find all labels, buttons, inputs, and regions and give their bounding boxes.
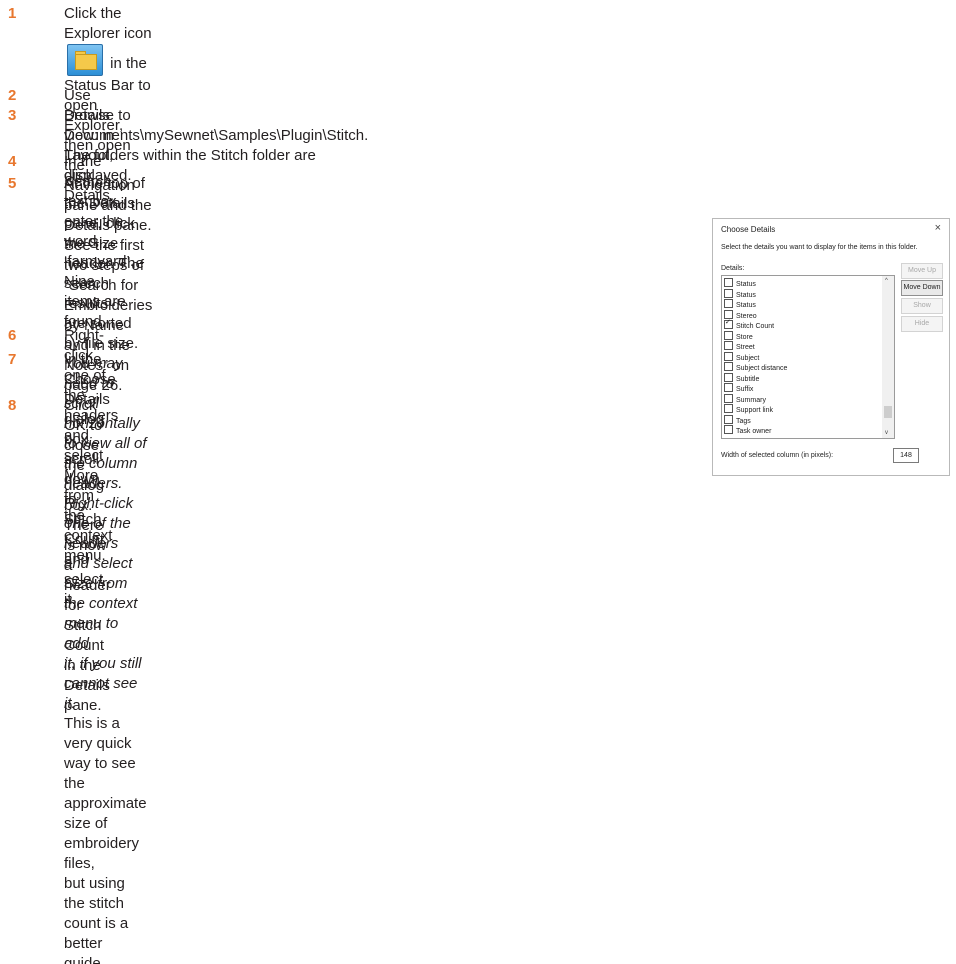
checkbox[interactable] (724, 383, 733, 392)
scrollbar-thumb[interactable] (884, 406, 892, 418)
list-item[interactable]: Subject distance (724, 362, 787, 372)
step-number: 7 (8, 351, 17, 368)
checkbox[interactable] (724, 362, 733, 371)
list-scrollbar[interactable]: ^ v (882, 276, 894, 438)
checkbox[interactable] (724, 414, 733, 424)
move-up-button[interactable]: Move Up (901, 263, 943, 279)
step-text-line: This is a very quick way to see the appr… (64, 715, 147, 872)
list-item[interactable]: Status (724, 278, 756, 288)
checkbox[interactable] (724, 404, 733, 413)
list-item-label: Stereo (736, 312, 757, 320)
choose-details-dialog: Choose Details × Select the details you … (712, 218, 950, 476)
step-number: 2 (8, 87, 17, 104)
checkbox[interactable] (724, 351, 733, 361)
step-text-line: Click OK to close the dialog box. There … (64, 397, 111, 654)
step-number: 1 (8, 5, 17, 22)
checkbox[interactable] (724, 278, 733, 287)
list-item-label: Subject distance (736, 365, 788, 372)
step-number: 6 (8, 327, 17, 344)
list-item[interactable]: Tags (724, 414, 751, 425)
scroll-down-icon[interactable]: v (885, 430, 888, 436)
list-item-label: Support link (736, 407, 773, 414)
list-item-label: Status (736, 281, 756, 288)
step-text-part: Click the Explorer icon (64, 5, 152, 42)
scroll-up-icon[interactable]: ^ (885, 278, 888, 284)
checkbox[interactable] (724, 288, 733, 298)
list-item[interactable]: Subtitle (724, 372, 760, 383)
details-label: Details: (721, 265, 745, 272)
list-item[interactable]: Support link (724, 404, 773, 414)
checkbox[interactable] (724, 330, 733, 340)
list-item-label: Summary (736, 396, 766, 404)
list-item-label: Tags (736, 417, 751, 425)
list-item-label: Status (736, 302, 756, 309)
step-number: 4 (8, 153, 17, 170)
dialog-title: Choose Details (721, 225, 776, 234)
explorer-icon[interactable] (67, 44, 103, 76)
checkbox[interactable] (724, 341, 733, 350)
list-item[interactable]: Subject (724, 351, 760, 362)
step-number: 8 (8, 397, 17, 414)
list-item-label: Subtitle (736, 375, 760, 383)
list-item[interactable]: Stitch Count (724, 318, 775, 330)
checkbox[interactable] (724, 393, 733, 403)
list-item-label: Task owner (736, 428, 772, 435)
step-text-line: in the Details pane. (64, 657, 110, 714)
list-item[interactable]: Task owner (724, 425, 771, 435)
column-width-label: Width of selected column (in pixels): (721, 452, 834, 459)
checkbox[interactable] (724, 372, 733, 382)
step-number: 3 (8, 107, 17, 124)
list-item[interactable]: Suffix (724, 383, 753, 393)
list-item-label: Street (736, 344, 755, 351)
list-item-label: Store (736, 333, 753, 341)
list-item-label: Suffix (736, 386, 754, 393)
move-down-button[interactable]: Move Down (901, 280, 943, 296)
hide-button[interactable]: Hide (901, 316, 943, 332)
list-item[interactable]: Status (724, 288, 756, 299)
step-text-line: but using the stitch count is a better g… (64, 875, 129, 964)
step-text-line: At the top of the Details pane, click th… (64, 175, 145, 312)
step-number: 5 (8, 175, 17, 192)
column-width-input[interactable]: 148 (893, 448, 919, 463)
details-list[interactable]: Status Status Status Stereo Stitch Count… (721, 275, 895, 439)
list-item[interactable]: Status (724, 299, 756, 309)
checkbox[interactable] (724, 425, 733, 434)
list-item[interactable]: Street (724, 341, 755, 351)
checkbox[interactable] (724, 299, 733, 308)
list-item[interactable]: Summary (724, 393, 766, 404)
show-button[interactable]: Show (901, 298, 943, 314)
checkbox-checked[interactable] (724, 318, 733, 329)
list-item-label: Subject (736, 354, 760, 362)
dialog-instructions: Select the details you want to display f… (721, 244, 918, 251)
list-item[interactable]: Store (724, 330, 753, 341)
list-item-label: Stitch Count (736, 323, 775, 330)
list-item-label: Status (736, 291, 756, 299)
close-icon[interactable]: × (935, 222, 941, 234)
